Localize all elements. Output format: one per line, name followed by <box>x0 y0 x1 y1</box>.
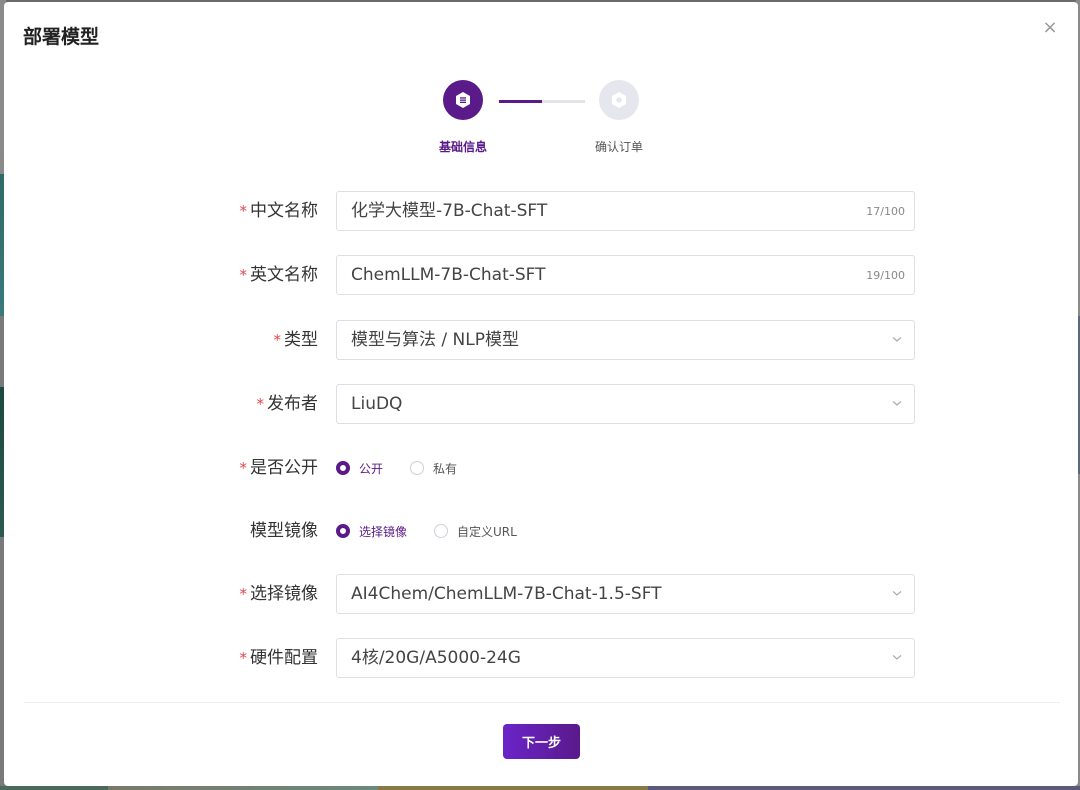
form-row-image: * 选择镜像 AI4Chem/ChemLLM-7B-Chat-1.5-SFT <box>4 574 1078 614</box>
background-app-bottom-edge <box>0 786 1080 790</box>
form-row-type: * 类型 模型与算法 / NLP模型 <box>4 320 1078 360</box>
form-row-cn-name: * 中文名称 化学大模型-7B-Chat-SFT 17/100 <box>4 191 1078 231</box>
cn-name-counter: 17/100 <box>866 205 905 218</box>
publisher-select[interactable]: LiuDQ <box>336 384 915 424</box>
required-mark: * <box>239 459 248 477</box>
radio-public-label: 公开 <box>359 461 384 476</box>
image-select[interactable]: AI4Chem/ChemLLM-7B-Chat-1.5-SFT <box>336 574 915 614</box>
chevron-down-icon <box>892 401 902 406</box>
radio-unchecked-icon <box>434 524 449 538</box>
cn-name-value: 化学大模型-7B-Chat-SFT <box>351 201 548 221</box>
publisher-value: LiuDQ <box>351 394 403 414</box>
step-label-basic-info: 基础信息 <box>438 140 487 154</box>
step-confirm-order-icon <box>599 80 639 120</box>
required-mark: * <box>239 649 248 667</box>
type-label: * 类型 <box>273 330 319 350</box>
step-connector-progress <box>499 100 542 103</box>
required-mark: * <box>239 266 248 284</box>
next-step-button[interactable]: 下一步 <box>503 724 580 759</box>
hardware-value: 4核/20G/A5000-24G <box>351 648 521 668</box>
cn-name-input[interactable]: 化学大模型-7B-Chat-SFT 17/100 <box>336 191 915 231</box>
step-connector <box>499 100 585 103</box>
radio-custom-url[interactable]: 自定义URL <box>434 523 517 540</box>
deploy-model-dialog: 部署模型 × 基础信息 确认订单 * 中文名称 化学大模型-7B-Chat-SFT… <box>4 2 1078 786</box>
image-mode-label: 模型镜像 <box>250 521 318 541</box>
image-label: * 选择镜像 <box>239 584 319 604</box>
radio-select-image[interactable]: 选择镜像 <box>336 523 407 540</box>
radio-checked-icon <box>336 461 350 475</box>
radio-private-label: 私有 <box>433 461 458 476</box>
chevron-down-icon <box>892 655 902 660</box>
radio-unchecked-icon <box>410 461 425 475</box>
image-value: AI4Chem/ChemLLM-7B-Chat-1.5-SFT <box>351 584 662 604</box>
radio-private[interactable]: 私有 <box>410 460 457 477</box>
publisher-label: * 发布者 <box>256 394 319 414</box>
step-basic-info-icon <box>443 80 483 120</box>
radio-select-image-label: 选择镜像 <box>359 524 408 539</box>
required-mark: * <box>273 331 282 349</box>
en-name-input[interactable]: ChemLLM-7B-Chat-SFT 19/100 <box>336 255 915 295</box>
required-mark: * <box>239 202 248 220</box>
chevron-down-icon <box>892 337 902 342</box>
required-mark: * <box>239 585 248 603</box>
hardware-select[interactable]: 4核/20G/A5000-24G <box>336 638 915 678</box>
radio-checked-icon <box>336 524 350 538</box>
chevron-down-icon <box>892 591 902 596</box>
type-value: 模型与算法 / NLP模型 <box>351 330 519 350</box>
dialog-title: 部署模型 <box>23 26 100 48</box>
image-mode-radio-group: 选择镜像 自定义URL <box>336 511 544 551</box>
required-mark: * <box>256 395 265 413</box>
en-name-value: ChemLLM-7B-Chat-SFT <box>351 265 546 285</box>
hardware-label: * 硬件配置 <box>239 648 319 668</box>
form-row-visibility: * 是否公开 公开 私有 <box>4 448 1078 488</box>
footer-divider <box>24 702 1060 703</box>
form-row-image-mode: 模型镜像 选择镜像 自定义URL <box>4 511 1078 551</box>
visibility-label: * 是否公开 <box>239 458 319 478</box>
radio-public[interactable]: 公开 <box>336 460 383 477</box>
visibility-radio-group: 公开 私有 <box>336 448 484 488</box>
form-row-en-name: * 英文名称 ChemLLM-7B-Chat-SFT 19/100 <box>4 255 1078 295</box>
type-select[interactable]: 模型与算法 / NLP模型 <box>336 320 915 360</box>
en-name-label: * 英文名称 <box>239 265 319 285</box>
en-name-counter: 19/100 <box>866 269 905 282</box>
form-row-publisher: * 发布者 LiuDQ <box>4 384 1078 424</box>
cn-name-label: * 中文名称 <box>239 201 319 221</box>
step-label-confirm-order: 确认订单 <box>594 140 643 154</box>
close-icon[interactable]: × <box>1040 18 1060 38</box>
radio-custom-url-label: 自定义URL <box>457 524 517 539</box>
form-row-hardware: * 硬件配置 4核/20G/A5000-24G <box>4 638 1078 678</box>
